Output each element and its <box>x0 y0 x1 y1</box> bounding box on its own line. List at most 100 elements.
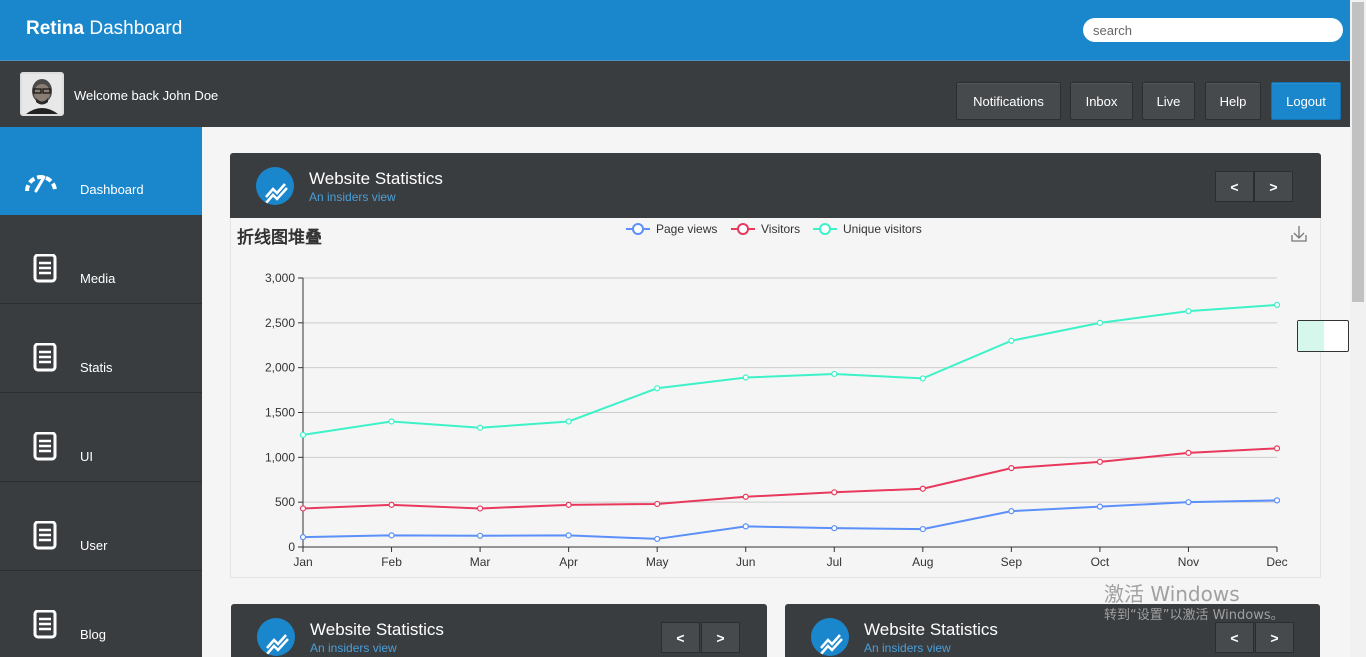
data-point <box>831 370 838 378</box>
x-tick-label: May <box>646 555 669 569</box>
brand-light: Dashboard <box>89 18 183 39</box>
sidebar-item-label: User <box>80 538 108 553</box>
data-point <box>1273 301 1281 309</box>
y-tick-label: 1,000 <box>265 450 295 464</box>
data-point <box>919 485 926 492</box>
sidebar-item-blog[interactable]: Blog <box>0 572 202 657</box>
inbox-button[interactable]: Inbox <box>1070 82 1133 120</box>
x-tick-label: Oct <box>1091 555 1110 569</box>
data-point <box>299 534 307 541</box>
sidebar-item-user[interactable]: User <box>0 483 202 571</box>
next-button[interactable]: > <box>1254 171 1293 202</box>
welcome-text: Welcome back John Doe <box>74 88 219 103</box>
line-chart[interactable]: 0 500 1,000 1,500 2,000 2,500 3,000 Jan Feb Mar Ap… <box>231 218 1322 578</box>
prev-button[interactable]: < <box>1215 622 1254 653</box>
legend-marker <box>632 223 644 235</box>
y-tick-label: 0 <box>288 540 295 554</box>
panel-title: Website Statistics <box>310 620 444 639</box>
x-tick-label: Feb <box>381 555 402 569</box>
data-point <box>565 418 572 425</box>
sidebar-item-dashboard[interactable]: Dashboard <box>0 127 202 215</box>
legend-marker <box>737 223 749 235</box>
prev-button[interactable]: < <box>661 622 700 653</box>
live-button[interactable]: Live <box>1142 82 1195 120</box>
data-point <box>654 535 661 543</box>
help-button[interactable]: Help <box>1205 82 1261 120</box>
avatar[interactable] <box>20 72 64 116</box>
panel-subtitle: An insiders view <box>309 190 396 204</box>
trend-chart-icon <box>257 618 295 656</box>
document-icon <box>24 609 58 640</box>
data-point <box>388 501 395 508</box>
series-line <box>302 499 1278 540</box>
data-point <box>476 424 484 431</box>
scrollbar-thumb[interactable] <box>1352 2 1364 302</box>
sidebar-item-label: Dashboard <box>80 182 144 197</box>
data-point <box>654 500 661 508</box>
data-point <box>388 418 395 425</box>
data-point <box>1008 337 1015 344</box>
data-point <box>742 523 749 530</box>
panel-title: Website Statistics <box>864 620 998 639</box>
data-point <box>1096 319 1104 326</box>
stats-panel-header: Website Statistics An insiders view < > <box>230 153 1321 218</box>
next-button[interactable]: > <box>701 622 740 653</box>
data-point <box>1185 499 1192 506</box>
download-icon[interactable] <box>1291 226 1307 242</box>
sidebar-item-statis[interactable]: Statis <box>0 305 202 393</box>
prev-button[interactable]: < <box>1215 171 1254 202</box>
next-button[interactable]: > <box>1255 622 1294 653</box>
page-scrollbar[interactable] <box>1350 0 1366 657</box>
data-point <box>1096 503 1104 510</box>
search-input[interactable] <box>1083 18 1343 42</box>
document-icon <box>24 431 58 462</box>
x-tick-label: Jul <box>827 555 842 569</box>
floating-widget[interactable] <box>1297 320 1349 352</box>
data-point <box>654 385 661 392</box>
data-point <box>919 375 926 382</box>
data-point <box>742 374 749 381</box>
document-icon <box>24 342 58 373</box>
speedometer-icon <box>24 165 58 195</box>
data-point <box>299 431 307 439</box>
x-tick-label: Dec <box>1266 555 1287 569</box>
panel-title: Website Statistics <box>309 169 443 188</box>
x-tick-label: Nov <box>1178 555 1199 569</box>
data-point <box>742 493 749 500</box>
data-point <box>565 501 572 508</box>
legend-label: Unique visitors <box>843 222 922 236</box>
legend-label: Page views <box>656 222 717 236</box>
stats-panel-header-2: Website Statistics An insiders view < > <box>231 604 767 657</box>
logout-button[interactable]: Logout <box>1271 82 1341 120</box>
activation-watermark-title: 激活 Windows <box>1104 582 1240 606</box>
sidebar-item-label: Blog <box>80 627 107 642</box>
data-point <box>388 532 395 539</box>
x-tick-label: Sep <box>1001 555 1023 569</box>
y-tick-label: 1,500 <box>265 406 295 420</box>
data-point <box>476 532 484 539</box>
data-point <box>476 505 484 512</box>
sidebar-item-ui[interactable]: UI <box>0 394 202 482</box>
legend-marker <box>819 223 831 235</box>
sidebar-item-label: UI <box>80 449 93 464</box>
sidebar-item-label: Statis <box>80 360 113 375</box>
x-tick-label: Mar <box>470 555 491 569</box>
legend-label: Visitors <box>761 222 800 236</box>
chart-container: 折线图堆叠 0 500 1,000 1,500 2,000 2,500 3,000 Jan Fe… <box>230 218 1321 578</box>
data-point <box>831 525 838 532</box>
trend-chart-icon <box>256 167 294 205</box>
y-tick-label: 500 <box>275 495 295 509</box>
sidebar-item-media[interactable]: Media <box>0 216 202 304</box>
notifications-button[interactable]: Notifications <box>956 82 1061 120</box>
data-point <box>831 489 838 496</box>
data-point <box>919 525 926 533</box>
panel-subtitle: An insiders view <box>864 641 951 655</box>
y-tick-label: 3,000 <box>265 271 295 285</box>
user-bar: Welcome back John Doe Notifications Inbo… <box>0 60 1350 127</box>
x-tick-label: Aug <box>912 555 933 569</box>
data-point <box>1273 445 1281 452</box>
data-point <box>1185 449 1192 456</box>
document-icon <box>24 520 58 551</box>
series-line <box>302 303 1278 436</box>
brand-logo[interactable]: Retina Dashboard <box>26 18 182 40</box>
